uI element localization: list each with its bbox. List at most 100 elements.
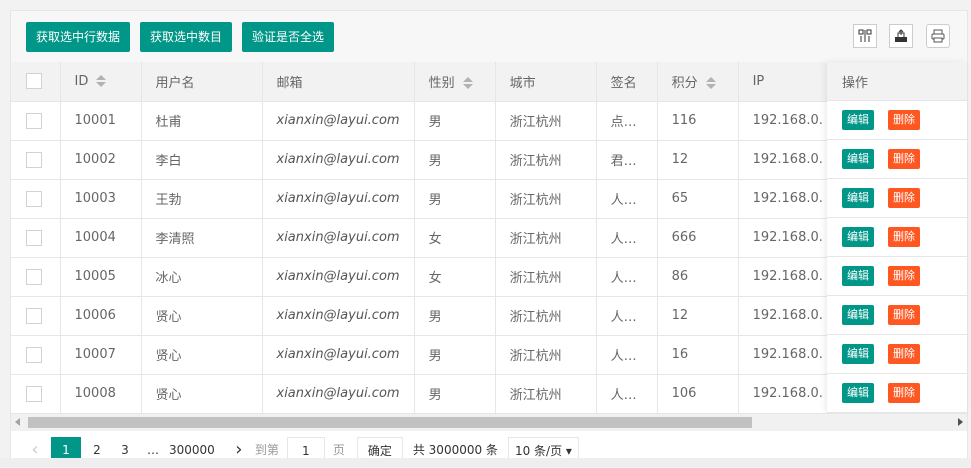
operations-cell: 编辑 删除 <box>827 374 967 413</box>
sort-icon[interactable] <box>462 77 473 90</box>
cell-city: 浙江杭州 <box>495 374 597 414</box>
row-checkbox[interactable] <box>26 190 42 207</box>
columns-icon[interactable] <box>853 24 877 48</box>
cell-sex: 女 <box>414 218 496 258</box>
delete-button[interactable]: 删除 <box>888 266 920 286</box>
header-username: 用户名 <box>141 62 263 102</box>
cell-id: 10003 <box>60 179 142 219</box>
cell-ip: 192.168.0. <box>738 179 838 219</box>
cell-username: 冰心 <box>141 257 263 297</box>
operations-cell: 编辑 删除 <box>827 335 967 374</box>
row-checkbox-cell[interactable] <box>11 374 61 414</box>
table-row[interactable]: 10003 王勃 xianxin@layui.com 男浙江杭州 人… 65 192.168… <box>11 179 838 219</box>
table-row[interactable]: 10007 贤心 xianxin@layui.com 男浙江杭州 人… 16 192.168… <box>11 335 838 375</box>
table-row[interactable]: 10002 李白 xianxin@layui.com 男浙江杭州 君… 12 192.168… <box>11 140 838 180</box>
cell-username: 贤心 <box>141 374 263 414</box>
edit-button[interactable]: 编辑 <box>842 188 874 208</box>
row-checkbox[interactable] <box>26 151 42 168</box>
cell-city: 浙江杭州 <box>495 218 597 258</box>
cell-email: xianxin@layui.com <box>262 140 415 180</box>
edit-button[interactable]: 编辑 <box>842 266 874 286</box>
delete-button[interactable]: 删除 <box>888 383 920 403</box>
header-operations: 操作 <box>827 62 967 101</box>
delete-button[interactable]: 删除 <box>888 110 920 130</box>
cell-sign: 人… <box>596 374 658 414</box>
row-checkbox-cell[interactable] <box>11 335 61 375</box>
sort-icon[interactable] <box>96 75 107 88</box>
get-selected-count-button[interactable]: 获取选中数目 <box>140 22 233 52</box>
cell-email: xianxin@layui.com <box>262 218 415 258</box>
cell-score: 106 <box>657 374 739 414</box>
cell-city: 浙江杭州 <box>495 257 597 297</box>
row-checkbox-cell[interactable] <box>11 179 61 219</box>
table-row[interactable]: 10005 冰心 xianxin@layui.com 女浙江杭州 人… 86 192.168… <box>11 257 838 297</box>
edit-button[interactable]: 编辑 <box>842 383 874 403</box>
row-checkbox-cell[interactable] <box>11 101 61 141</box>
row-checkbox[interactable] <box>26 346 42 363</box>
table-row[interactable]: 10001 杜甫 xianxin@layui.com 男浙江杭州 点… 116 192.16… <box>11 101 838 141</box>
select-all-checkbox[interactable] <box>26 73 42 90</box>
cell-sign: 君… <box>596 140 658 180</box>
row-checkbox[interactable] <box>26 268 42 285</box>
cell-city: 浙江杭州 <box>495 335 597 375</box>
scrollbar-thumb[interactable] <box>28 417 752 428</box>
cell-sign: 点… <box>596 101 658 141</box>
check-all-selected-button[interactable]: 验证是否全选 <box>242 22 335 52</box>
export-icon[interactable] <box>889 24 913 48</box>
goto-label: 到第 <box>254 443 279 457</box>
cell-score: 16 <box>657 335 739 375</box>
edit-button[interactable]: 编辑 <box>842 227 874 247</box>
print-icon[interactable] <box>926 24 950 48</box>
get-selected-rows-button[interactable]: 获取选中行数据 <box>26 22 131 52</box>
bottom-strip <box>0 458 971 467</box>
sort-icon[interactable] <box>705 77 716 90</box>
scroll-right-icon[interactable] <box>958 418 963 426</box>
cell-sign: 人… <box>596 179 658 219</box>
edit-button[interactable]: 编辑 <box>842 305 874 325</box>
scroll-left-icon[interactable] <box>15 418 20 426</box>
row-checkbox[interactable] <box>26 385 42 402</box>
cell-username: 李白 <box>141 140 263 180</box>
delete-button[interactable]: 删除 <box>888 149 920 169</box>
table-row[interactable]: 10006 贤心 xianxin@layui.com 男浙江杭州 人… 12 192.168… <box>11 296 838 336</box>
cell-username: 贤心 <box>141 335 263 375</box>
row-checkbox-cell[interactable] <box>11 140 61 180</box>
row-checkbox-cell[interactable] <box>11 218 61 258</box>
row-checkbox-cell[interactable] <box>11 257 61 297</box>
cell-username: 杜甫 <box>141 101 263 141</box>
cell-ip: 192.168.0. <box>738 257 838 297</box>
cell-score: 86 <box>657 257 739 297</box>
row-checkbox[interactable] <box>26 112 42 129</box>
data-table: ID 用户名 邮箱 性别 城市 签名 积分 IP 10001 杜甫 xianxin@… <box>11 62 838 414</box>
select-all-header[interactable] <box>11 62 61 102</box>
edit-button[interactable]: 编辑 <box>842 149 874 169</box>
header-email: 邮箱 <box>262 62 415 102</box>
row-checkbox[interactable] <box>26 229 42 246</box>
cell-email: xianxin@layui.com <box>262 101 415 141</box>
cell-ip: 192.168.0. <box>738 218 838 258</box>
cell-email: xianxin@layui.com <box>262 257 415 297</box>
operations-cell: 编辑 删除 <box>827 257 967 296</box>
cell-ip: 192.168.0. <box>738 296 838 336</box>
horizontal-scrollbar[interactable] <box>11 413 967 431</box>
cell-score: 12 <box>657 296 739 336</box>
cell-score: 12 <box>657 140 739 180</box>
delete-button[interactable]: 删除 <box>888 227 920 247</box>
table-row[interactable]: 10008 贤心 xianxin@layui.com 男浙江杭州 人… 106 192.16… <box>11 374 838 414</box>
cell-username: 王勃 <box>141 179 263 219</box>
header-sex[interactable]: 性别 <box>414 62 496 102</box>
row-checkbox-cell[interactable] <box>11 296 61 336</box>
edit-button[interactable]: 编辑 <box>842 344 874 364</box>
delete-button[interactable]: 删除 <box>888 188 920 208</box>
cell-sex: 男 <box>414 101 496 141</box>
delete-button[interactable]: 删除 <box>888 305 920 325</box>
cell-score: 65 <box>657 179 739 219</box>
table-row[interactable]: 10004 李清照 xianxin@layui.com 女浙江杭州 人… 666 192.1… <box>11 218 838 258</box>
cell-id: 10004 <box>60 218 142 258</box>
cell-id: 10005 <box>60 257 142 297</box>
header-score[interactable]: 积分 <box>657 62 739 102</box>
row-checkbox[interactable] <box>26 307 42 324</box>
edit-button[interactable]: 编辑 <box>842 110 874 130</box>
delete-button[interactable]: 删除 <box>888 344 920 364</box>
header-id[interactable]: ID <box>60 62 142 102</box>
